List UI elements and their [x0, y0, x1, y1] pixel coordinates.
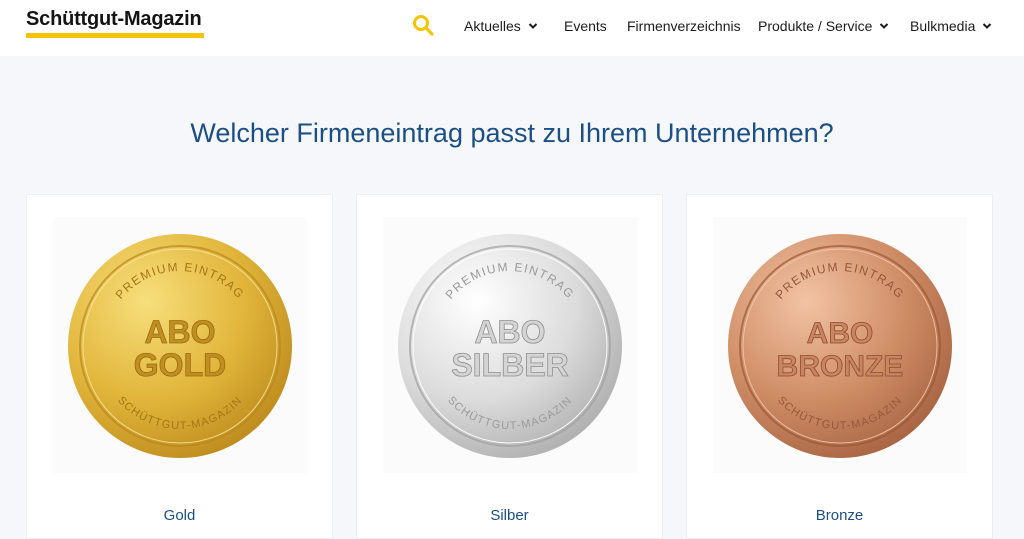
chevron-down-icon — [983, 23, 992, 29]
chevron-down-icon — [880, 23, 889, 29]
nav-item-label: Events — [564, 18, 607, 34]
nav-item-firmenverzeichnis[interactable]: Firmenverzeichnis — [627, 17, 741, 35]
coin-line1: ABO — [144, 314, 215, 350]
coin-line2: BRONZE — [777, 350, 904, 383]
nav-item-label: Firmenverzeichnis — [627, 18, 741, 34]
coin-line1: ABO — [474, 314, 545, 350]
nav-item-aktuelles[interactable]: Aktuelles — [464, 17, 538, 35]
card-abo-silber[interactable]: PREMIUM EINTRAG SCHÜTTGUT-MAGAZIN ABO SI… — [356, 194, 663, 539]
logo-text: Schüttgut-Magazin — [26, 8, 202, 30]
coin-line1: ABO — [807, 317, 874, 350]
card-title[interactable]: Gold — [27, 507, 332, 524]
search-icon[interactable] — [412, 14, 434, 36]
gold-coin-image: PREMIUM EINTRAG SCHÜTTGUT-MAGAZIN ABO GO… — [68, 234, 292, 458]
nav-item-label: Bulkmedia — [910, 18, 976, 34]
nav-item-bulkmedia[interactable]: Bulkmedia — [910, 17, 992, 35]
bronze-coin-image: PREMIUM EINTRAG SCHÜTTGUT-MAGAZIN ABO BR… — [728, 234, 952, 458]
card-abo-bronze[interactable]: PREMIUM EINTRAG SCHÜTTGUT-MAGAZIN ABO BR… — [686, 194, 993, 539]
nav-item-label: Produkte / Service — [758, 18, 873, 34]
card-title[interactable]: Bronze — [687, 507, 992, 524]
card-image: PREMIUM EINTRAG SCHÜTTGUT-MAGAZIN ABO GO… — [53, 217, 307, 473]
card-image: PREMIUM EINTRAG SCHÜTTGUT-MAGAZIN ABO BR… — [713, 217, 967, 473]
silver-coin-image: PREMIUM EINTRAG SCHÜTTGUT-MAGAZIN ABO SI… — [398, 234, 622, 458]
logo-underline — [26, 33, 204, 38]
page-title: Welcher Firmeneintrag passt zu Ihrem Unt… — [190, 118, 834, 148]
nav-item-events[interactable]: Events — [564, 17, 607, 35]
card-title[interactable]: Silber — [357, 507, 662, 524]
coin-line2: SILBER — [451, 347, 568, 383]
coin-line2: GOLD — [134, 347, 226, 383]
site-logo[interactable]: Schüttgut-Magazin — [26, 8, 204, 40]
nav-item-label: Aktuelles — [464, 18, 521, 34]
chevron-down-icon — [528, 23, 538, 29]
card-abo-gold[interactable]: PREMIUM EINTRAG SCHÜTTGUT-MAGAZIN ABO GO… — [26, 194, 333, 539]
site-header: Schüttgut-Magazin Aktuelles Events Firme… — [0, 0, 1024, 56]
card-image: PREMIUM EINTRAG SCHÜTTGUT-MAGAZIN ABO SI… — [383, 217, 637, 473]
nav-item-produkte-service[interactable]: Produkte / Service — [758, 17, 889, 35]
